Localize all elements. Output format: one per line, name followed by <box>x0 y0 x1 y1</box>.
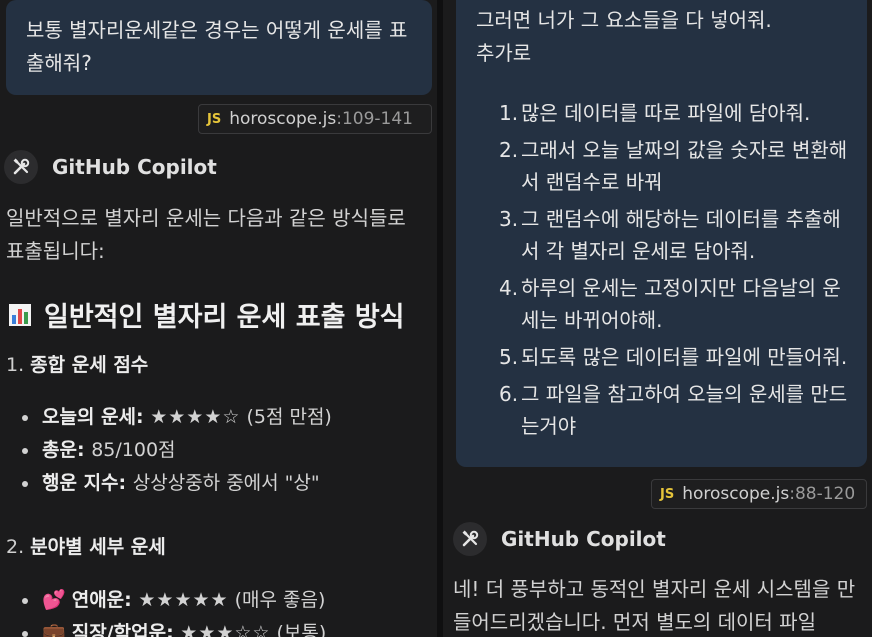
copilot-header: GitHub Copilot <box>4 150 217 184</box>
file-reference-range: :88-120 <box>789 484 856 504</box>
section-heading: 일반적인 별자리 운세 표출 방식 <box>8 295 405 334</box>
list-item: 행운 지수: 상상상중하 중에서 "상" <box>0 467 332 500</box>
file-reference-range: :109-141 <box>336 109 413 129</box>
chat-panel-left: 보통 별자리운세같은 경우는 어떻게 운세를 표출해줘? JS horoscope… <box>0 0 437 637</box>
user-message-bubble: 보통 별자리운세같은 경우는 어떻게 운세를 표출해줘? <box>6 0 432 95</box>
subsection-2-title: 2. 분야별 세부 운세 <box>6 536 166 558</box>
section-heading-text: 일반적인 별자리 운세 표출 방식 <box>44 302 405 333</box>
list-item: 5. 되도록 많은 데이터를 파일에 만들어줘. <box>499 345 848 369</box>
copilot-tools-icon <box>4 150 38 184</box>
list-item: 💕 연애운: ★★★★★ (매우 좋음) <box>0 584 326 617</box>
copilot-header: GitHub Copilot <box>453 522 666 556</box>
subsection-1-title: 1. 종합 운세 점수 <box>6 354 149 376</box>
subsection-1-list: 오늘의 운세: ★★★★☆ (5점 만점) 총운: 85/100점 행운 지수:… <box>0 401 332 500</box>
file-reference-name: horoscope.js <box>229 109 337 129</box>
file-reference-name: horoscope.js <box>682 484 790 504</box>
bar-chart-icon <box>8 303 32 327</box>
user-message-text: 보통 별자리운세같은 경우는 어떻게 운세를 표출해줘? <box>26 18 408 75</box>
copilot-tools-icon <box>453 522 487 556</box>
list-item: 2. 그래서 오늘 날짜의 값을 숫자로 변환해서 랜덤수로 바꿔 <box>499 138 848 194</box>
list-item: 총운: 85/100점 <box>0 434 332 467</box>
subsection-2-list: 💕 연애운: ★★★★★ (매우 좋음) 💼 직장/학업운: ★★★☆☆ (보통… <box>0 584 326 637</box>
list-item: 오늘의 운세: ★★★★☆ (5점 만점) <box>0 401 332 434</box>
response-intro: 일반적으로 별자리 운세는 다음과 같은 방식들로 표출됩니다: <box>6 206 406 263</box>
copilot-name: GitHub Copilot <box>501 527 666 551</box>
copilot-name: GitHub Copilot <box>52 155 217 179</box>
list-item: 4. 하루의 운세는 고정이지만 다음날의 운세는 바뀌어야해. <box>499 276 841 332</box>
response-text: 네! 더 풍부하고 동적인 별자리 운세 시스템을 만들어드리겠습니다. 먼저 … <box>453 577 856 634</box>
js-file-icon: JS <box>207 112 222 127</box>
user-message-intro: 그러면 너가 그 요소들을 다 넣어줘. <box>476 8 772 32</box>
heart-icon: 💕 <box>42 589 66 611</box>
list-item: 6. 그 파일을 참고하여 오늘의 운세를 만드는거야 <box>499 382 848 438</box>
file-reference-chip[interactable]: JS horoscope.js:88-120 <box>651 479 867 509</box>
list-item: 3. 그 랜덤수에 해당하는 데이터를 추출해서 각 별자리 운세로 담아줘. <box>499 207 841 263</box>
list-item: 1. 많은 데이터를 따로 파일에 담아줘. <box>499 101 811 125</box>
js-file-icon: JS <box>660 487 675 502</box>
briefcase-icon: 💼 <box>42 622 66 637</box>
list-item: 💼 직장/학업운: ★★★☆☆ (보통) <box>0 617 326 637</box>
file-reference-chip[interactable]: JS horoscope.js:109-141 <box>198 104 432 134</box>
requirements-list: 1. 많은 데이터를 따로 파일에 담아줘. 2. 그래서 오늘 날짜의 값을 숫자… <box>499 97 849 442</box>
chat-panel-right: 그러면 너가 그 요소들을 다 넣어줘. 추가로 1. 많은 데이터를 따로 파일… <box>443 0 872 637</box>
user-message-extra: 추가로 <box>476 41 532 65</box>
